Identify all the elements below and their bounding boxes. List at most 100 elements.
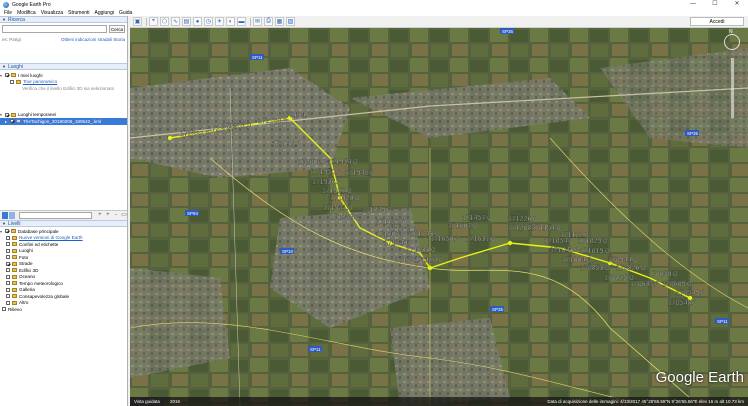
track-point-label[interactable]: 172134.0: [282, 112, 312, 119]
navigation-compass-icon[interactable]: [724, 29, 740, 50]
track-point-label[interactable]: 170825.0: [604, 275, 634, 282]
expand-icon[interactable]: ▾: [0, 229, 4, 234]
track-point-label[interactable]: 171936.0: [312, 179, 342, 186]
track-point-label[interactable]: 171942.0: [345, 170, 375, 177]
track-point-label[interactable]: 171631.0: [466, 236, 496, 243]
layer-item[interactable]: Rilievo: [0, 306, 127, 313]
directions-link[interactable]: Ottieni indicazioni stradali: [61, 37, 112, 42]
menu-add[interactable]: Aggiungi: [95, 10, 114, 16]
list-view-button[interactable]: [2, 212, 9, 219]
close-button[interactable]: ✕: [726, 0, 748, 9]
track-point-label[interactable]: 171607.0: [448, 223, 478, 230]
track-point-label[interactable]: 171029.0: [578, 238, 608, 245]
track-point-label[interactable]: 170609.0: [662, 281, 692, 288]
checkbox[interactable]: [6, 248, 10, 253]
add-icon[interactable]: +: [97, 212, 103, 219]
track-point-label[interactable]: 171733.0: [406, 247, 436, 254]
track-point-label[interactable]: 171154.0: [532, 225, 561, 232]
menu-tools[interactable]: Strumenti: [68, 10, 89, 16]
track-point-label[interactable]: 171019.0: [580, 248, 610, 255]
menu-help[interactable]: Guida: [119, 10, 132, 16]
track-point-label[interactable]: 171054.0: [544, 238, 574, 245]
layer-label[interactable]: Nuove versioni di Google Earth: [19, 235, 83, 240]
track-point-label[interactable]: 172168.0: [258, 118, 288, 125]
path-icon[interactable]: ∿: [171, 17, 180, 26]
add-folder-icon[interactable]: +: [105, 212, 111, 219]
checkbox[interactable]: [10, 79, 14, 84]
track-point-label[interactable]: 170826.0: [616, 265, 646, 272]
checkbox[interactable]: [6, 235, 10, 240]
track-point-label[interactable]: 171920.0: [330, 195, 360, 202]
checkbox[interactable]: [6, 268, 10, 273]
expand-icon[interactable]: ▾: [0, 112, 4, 117]
ruler-icon[interactable]: ▬: [237, 17, 246, 26]
track-point-label[interactable]: 171858.0: [330, 214, 360, 221]
checkbox[interactable]: [6, 287, 10, 292]
track-point-label[interactable]: 171954.0: [328, 159, 358, 166]
track-point-label[interactable]: 170853.0: [580, 265, 610, 272]
minimize-button[interactable]: —: [682, 0, 704, 9]
sidebar-toggle-icon[interactable]: ▣: [133, 17, 142, 26]
tree-item-label[interactable]: Tour panoramico: [23, 79, 57, 84]
menu-file[interactable]: File: [4, 10, 12, 16]
menu-view[interactable]: Visualizza: [41, 10, 63, 16]
history-link[interactable]: Storia: [113, 37, 125, 42]
checkbox[interactable]: [5, 229, 9, 234]
streetview-button[interactable]: Vista guidata: [130, 397, 164, 406]
sunlight-icon[interactable]: ☀: [215, 17, 224, 26]
search-input[interactable]: [2, 25, 108, 33]
zoom-slider[interactable]: [731, 58, 734, 118]
folder-open-icon[interactable]: ▭: [121, 212, 127, 219]
save-image-icon[interactable]: ▦: [275, 17, 284, 26]
track-point-label[interactable]: 171740.0: [384, 240, 414, 247]
track-point-label[interactable]: 171950.0: [312, 169, 342, 176]
detail-view-button[interactable]: [9, 212, 16, 219]
historical-imagery-icon[interactable]: ◷: [204, 17, 213, 26]
tree-item-kml-file[interactable]: ▸ TheTachigon_20190206_180542_.kml: [0, 118, 127, 125]
checkbox[interactable]: [5, 73, 9, 78]
checkbox[interactable]: [6, 300, 10, 305]
track-point-label[interactable]: 171043.0: [550, 247, 580, 254]
checkbox[interactable]: [6, 274, 10, 279]
polygon-icon[interactable]: ⬠: [160, 17, 169, 26]
search-panel-header[interactable]: ▼ Ricerca: [0, 16, 127, 23]
maximize-button[interactable]: ☐: [704, 0, 726, 9]
track-point-label[interactable]: 172533.0: [180, 131, 210, 138]
track-point-label[interactable]: 171921.0: [323, 205, 353, 212]
layers-panel-header[interactable]: ▼ Livelli: [0, 220, 127, 227]
expand-icon[interactable]: ▸: [5, 119, 9, 124]
track-point-label[interactable]: 171927.0: [322, 188, 352, 195]
placemark-icon[interactable]: ⌖: [149, 17, 158, 26]
track-point-label[interactable]: 170944.0: [608, 257, 638, 264]
expand-icon[interactable]: ▾: [0, 73, 4, 78]
track-point-label[interactable]: 171822.0: [376, 219, 406, 226]
remove-icon[interactable]: -: [113, 212, 119, 219]
map-viewport[interactable]: SP11 SP35 SP94 SP10 SP11 SP35 SP35 SP11 …: [130, 28, 748, 406]
track-point-label[interactable]: 171004.0: [562, 257, 592, 264]
planets-icon[interactable]: ◐: [226, 17, 235, 26]
checkbox[interactable]: [2, 307, 6, 312]
search-button[interactable]: Cerca: [109, 25, 125, 33]
signin-button[interactable]: Accedi: [690, 17, 744, 26]
checkbox[interactable]: [6, 294, 10, 299]
track-point-label[interactable]: 171849.0: [362, 207, 392, 214]
track-point-label[interactable]: 172002.0: [298, 159, 328, 166]
track-point-label[interactable]: 171457.0: [462, 215, 492, 222]
checkbox[interactable]: [10, 119, 14, 124]
track-point-label[interactable]: 171650.0: [430, 236, 460, 243]
places-panel-header[interactable]: ▼ Luoghi: [0, 63, 127, 70]
track-point-label[interactable]: 171807.0: [376, 231, 406, 238]
track-point-label[interactable]: 170548.0: [668, 300, 698, 307]
print-icon[interactable]: ⎙: [264, 17, 273, 26]
track-point-label[interactable]: 170637.0: [630, 281, 660, 288]
track-point-label[interactable]: 170549.0: [676, 290, 706, 297]
track-point-label[interactable]: 171226.0: [508, 216, 538, 223]
email-icon[interactable]: ✉: [253, 17, 262, 26]
checkbox[interactable]: [6, 242, 10, 247]
track-point-label[interactable]: 172031.0: [272, 141, 302, 148]
checkbox[interactable]: [5, 112, 9, 117]
maps-icon[interactable]: ▧: [286, 17, 295, 26]
checkbox[interactable]: [6, 281, 10, 286]
checkbox[interactable]: [6, 255, 10, 260]
image-overlay-icon[interactable]: ▤: [182, 17, 191, 26]
